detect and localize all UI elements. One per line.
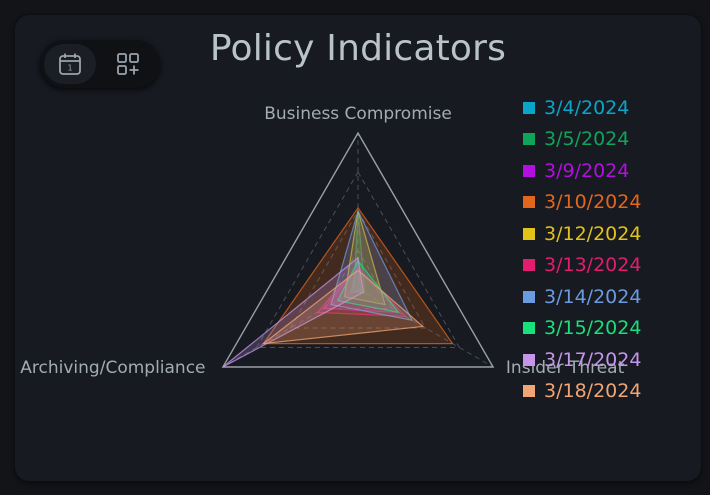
legend-label: 3/15/2024 (544, 317, 642, 340)
legend-label: 3/4/2024 (544, 96, 630, 119)
legend-item[interactable]: 3/4/2024 (523, 92, 641, 124)
legend-swatch (523, 322, 535, 335)
legend-swatch (523, 164, 535, 177)
chart-legend: 3/4/2024 3/5/2024 3/9/2024 3/10/2024 3/12/20… (523, 92, 641, 407)
legend-item[interactable]: 3/18/2024 (523, 376, 641, 408)
legend-swatch (523, 259, 535, 272)
legend-item[interactable]: 3/14/2024 (523, 281, 641, 313)
legend-swatch (523, 353, 535, 366)
legend-swatch (523, 101, 535, 114)
legend-item[interactable]: 3/12/2024 (523, 218, 641, 250)
legend-label: 3/12/2024 (544, 222, 642, 245)
legend-label: 3/14/2024 (544, 285, 642, 308)
legend-swatch (523, 227, 535, 240)
axis-label-3: Archiving/Compliance (20, 358, 205, 378)
legend-item[interactable]: 3/15/2024 (523, 313, 641, 345)
legend-item[interactable]: 3/5/2024 (523, 124, 641, 156)
legend-label: 3/13/2024 (544, 254, 642, 277)
legend-label: 3/5/2024 (544, 128, 630, 151)
legend-item[interactable]: 3/17/2024 (523, 344, 641, 376)
axis-label-1: Business Compromise (264, 104, 452, 124)
legend-label: 3/10/2024 (544, 191, 642, 214)
legend-label: 3/18/2024 (544, 380, 642, 403)
legend-swatch (523, 290, 535, 303)
legend-item[interactable]: 3/9/2024 (523, 155, 641, 187)
legend-label: 3/17/2024 (544, 348, 642, 371)
legend-swatch (523, 133, 535, 146)
legend-label: 3/9/2024 (544, 159, 630, 182)
legend-item[interactable]: 3/13/2024 (523, 250, 641, 282)
legend-item[interactable]: 3/10/2024 (523, 187, 641, 219)
legend-swatch (523, 385, 535, 398)
legend-swatch (523, 196, 535, 209)
